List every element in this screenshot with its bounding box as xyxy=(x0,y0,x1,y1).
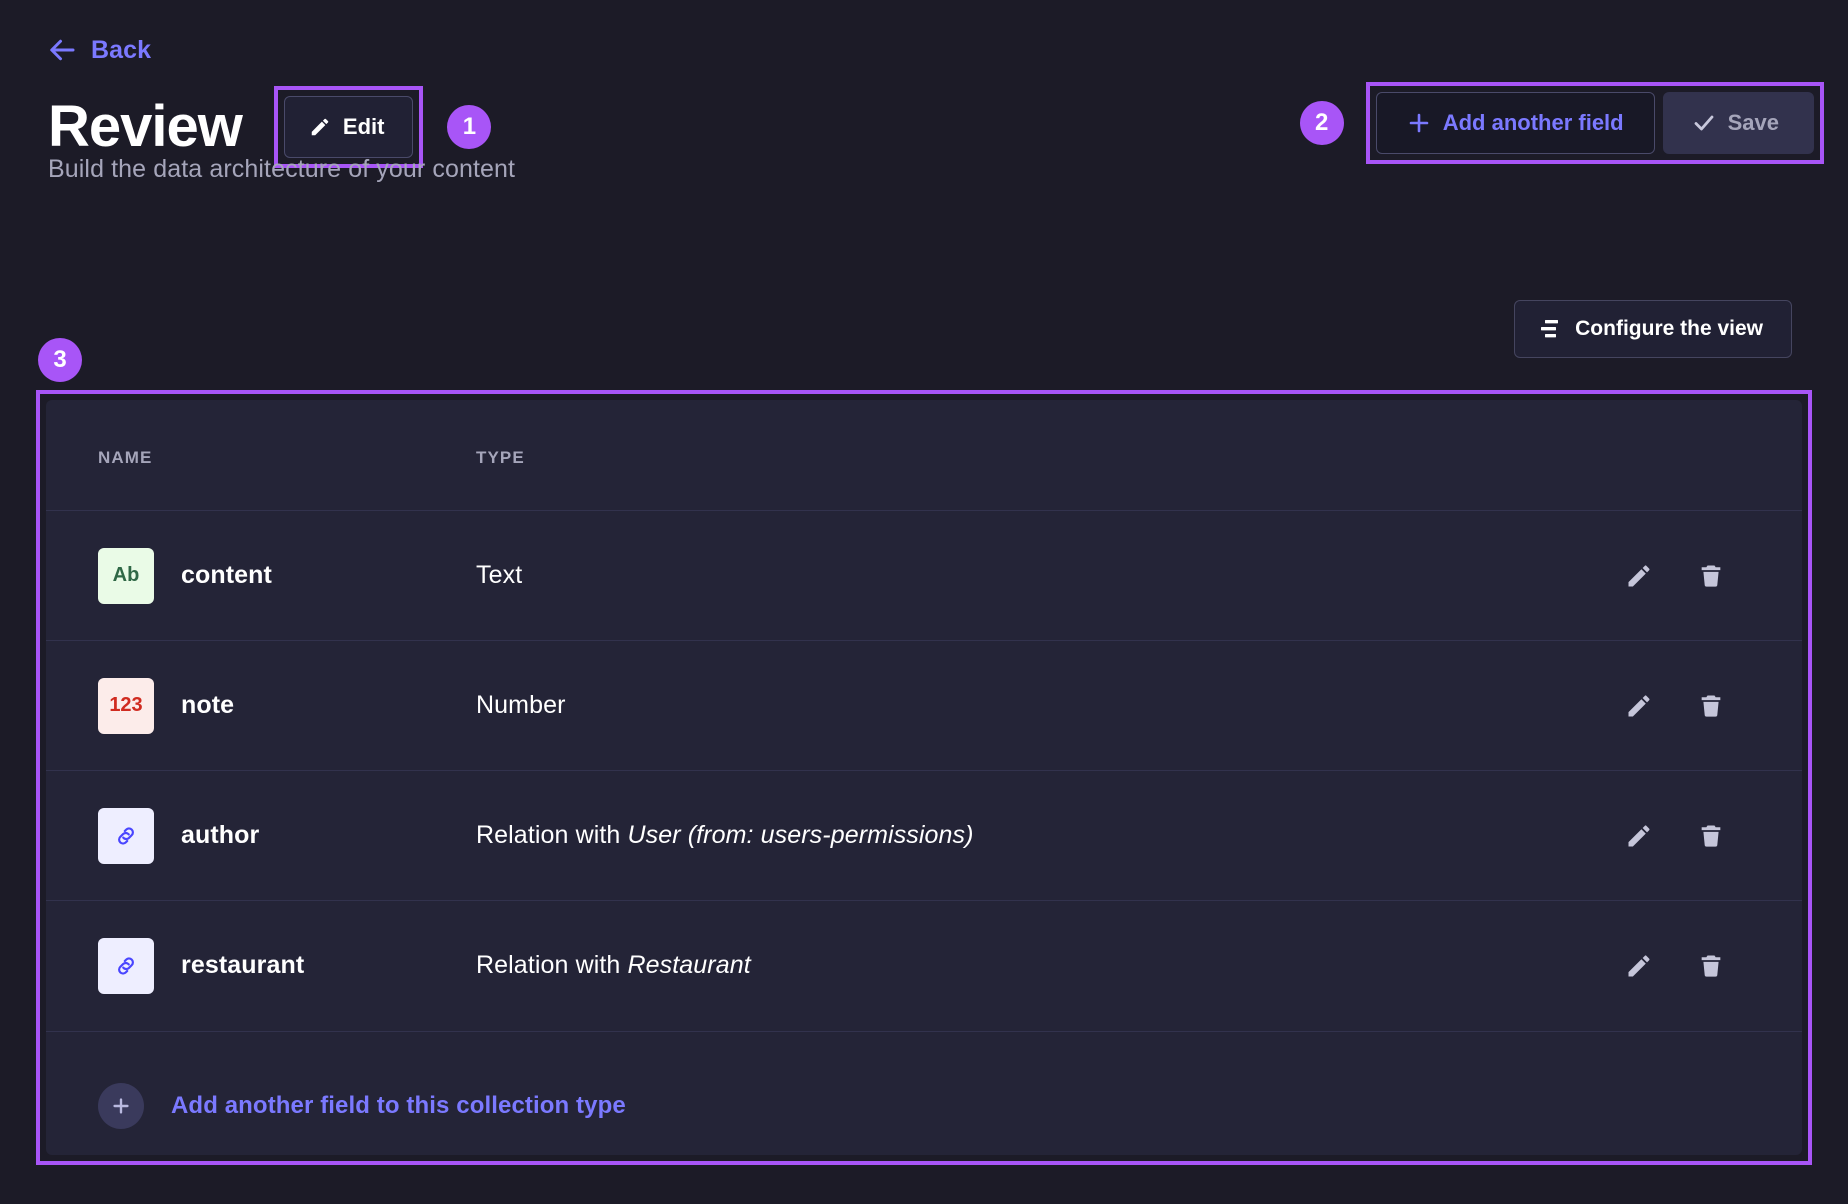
field-name: author xyxy=(181,821,259,850)
field-type-cell: Relation with Restaurant xyxy=(476,901,1502,1031)
page-subtitle: Build the data architecture of your cont… xyxy=(48,155,515,184)
field-type-prefix: Relation with xyxy=(476,821,627,849)
field-type: Relation with Restaurant xyxy=(476,951,751,979)
header-actions-highlight: Add another field Save xyxy=(1366,82,1824,164)
link-icon xyxy=(113,953,139,979)
field-type-prefix: Relation with xyxy=(476,951,627,979)
save-button-label: Save xyxy=(1728,110,1779,136)
page-title: Review xyxy=(48,98,242,156)
check-icon xyxy=(1692,111,1716,135)
table-row: Ab content Text xyxy=(46,511,1802,641)
field-type-emphasis: Restaurant xyxy=(627,951,750,979)
field-name-cell: author xyxy=(46,771,476,901)
table-header-row: NAME TYPE xyxy=(46,400,1802,511)
field-name: content xyxy=(181,561,272,590)
edit-field-button[interactable] xyxy=(1622,819,1656,853)
row-actions-cell xyxy=(1502,641,1802,771)
configure-the-view-button[interactable]: Configure the view xyxy=(1514,300,1792,358)
field-name-cell: restaurant xyxy=(46,901,476,1031)
delete-field-button[interactable] xyxy=(1694,689,1728,723)
edit-button[interactable]: Edit xyxy=(284,96,414,158)
fields-table-head: NAME TYPE xyxy=(46,400,1802,511)
field-type-cell: Relation with User (from: users-permissi… xyxy=(476,771,1502,901)
edit-button-label: Edit xyxy=(343,114,385,140)
field-type: Text xyxy=(476,561,522,589)
fields-table-body: Ab content Text 123 note xyxy=(46,511,1802,1031)
fields-table-card: NAME TYPE Ab content Text xyxy=(46,400,1802,1155)
field-type-badge: Ab xyxy=(98,548,154,604)
row-actions-cell xyxy=(1502,511,1802,641)
delete-field-button[interactable] xyxy=(1694,559,1728,593)
field-type-cell: Text xyxy=(476,511,1502,641)
edit-field-button[interactable] xyxy=(1622,949,1656,983)
trash-icon xyxy=(1697,692,1725,720)
arrow-left-icon xyxy=(48,35,78,65)
pencil-icon xyxy=(1625,562,1653,590)
trash-icon xyxy=(1697,952,1725,980)
table-row: author Relation with User (from: users-p… xyxy=(46,771,1802,901)
field-type-prefix: Text xyxy=(476,561,522,589)
toolbar: Configure the view xyxy=(1514,300,1792,358)
field-type-prefix: Number xyxy=(476,691,566,719)
add-another-field-to-collection-label: Add another field to this collection typ… xyxy=(171,1092,626,1120)
field-name-cell: 123 note xyxy=(46,641,476,771)
configure-the-view-label: Configure the view xyxy=(1575,317,1763,341)
back-link[interactable]: Back xyxy=(48,35,151,65)
field-type: Number xyxy=(476,691,566,719)
annotation-badge-2: 2 xyxy=(1300,101,1344,145)
column-header-actions xyxy=(1502,400,1802,511)
field-type-emphasis: User (from: users-permissions) xyxy=(627,821,973,849)
annotation-badge-3: 3 xyxy=(38,338,82,382)
trash-icon xyxy=(1697,562,1725,590)
delete-field-button[interactable] xyxy=(1694,949,1728,983)
edit-field-button[interactable] xyxy=(1622,559,1656,593)
type-badge-label: 123 xyxy=(109,694,142,717)
field-type-cell: Number xyxy=(476,641,1502,771)
plus-icon xyxy=(1407,111,1431,135)
field-name: restaurant xyxy=(181,951,304,980)
field-type-badge: 123 xyxy=(98,678,154,734)
add-another-field-button[interactable]: Add another field xyxy=(1376,92,1655,154)
field-type: Relation with User (from: users-permissi… xyxy=(476,821,974,849)
add-another-field-to-collection-link[interactable]: Add another field to this collection typ… xyxy=(46,1031,1802,1156)
column-header-name: NAME xyxy=(46,400,476,511)
back-label: Back xyxy=(91,36,151,65)
header-actions: 2 Add another field Save xyxy=(1300,82,1824,164)
row-actions-cell xyxy=(1502,771,1802,901)
fields-table: NAME TYPE Ab content Text xyxy=(46,400,1802,1031)
pencil-icon xyxy=(1625,952,1653,980)
field-type-badge xyxy=(98,938,154,994)
field-type-badge xyxy=(98,808,154,864)
delete-field-button[interactable] xyxy=(1694,819,1728,853)
link-icon xyxy=(113,823,139,849)
pencil-icon xyxy=(1625,822,1653,850)
row-actions-cell xyxy=(1502,901,1802,1031)
table-row: 123 note Number xyxy=(46,641,1802,771)
add-another-field-label: Add another field xyxy=(1443,110,1624,136)
trash-icon xyxy=(1697,822,1725,850)
field-name-cell: Ab content xyxy=(46,511,476,641)
list-settings-icon xyxy=(1539,318,1563,340)
pencil-icon xyxy=(309,116,331,138)
field-name: note xyxy=(181,691,234,720)
annotation-badge-1: 1 xyxy=(447,105,491,149)
column-header-type: TYPE xyxy=(476,400,1502,511)
table-row: restaurant Relation with Restaurant xyxy=(46,901,1802,1031)
edit-field-button[interactable] xyxy=(1622,689,1656,723)
pencil-icon xyxy=(1625,692,1653,720)
save-button[interactable]: Save xyxy=(1663,92,1814,154)
fields-table-highlight: NAME TYPE Ab content Text xyxy=(36,390,1812,1165)
plus-icon xyxy=(98,1083,144,1129)
type-badge-label: Ab xyxy=(113,564,140,587)
